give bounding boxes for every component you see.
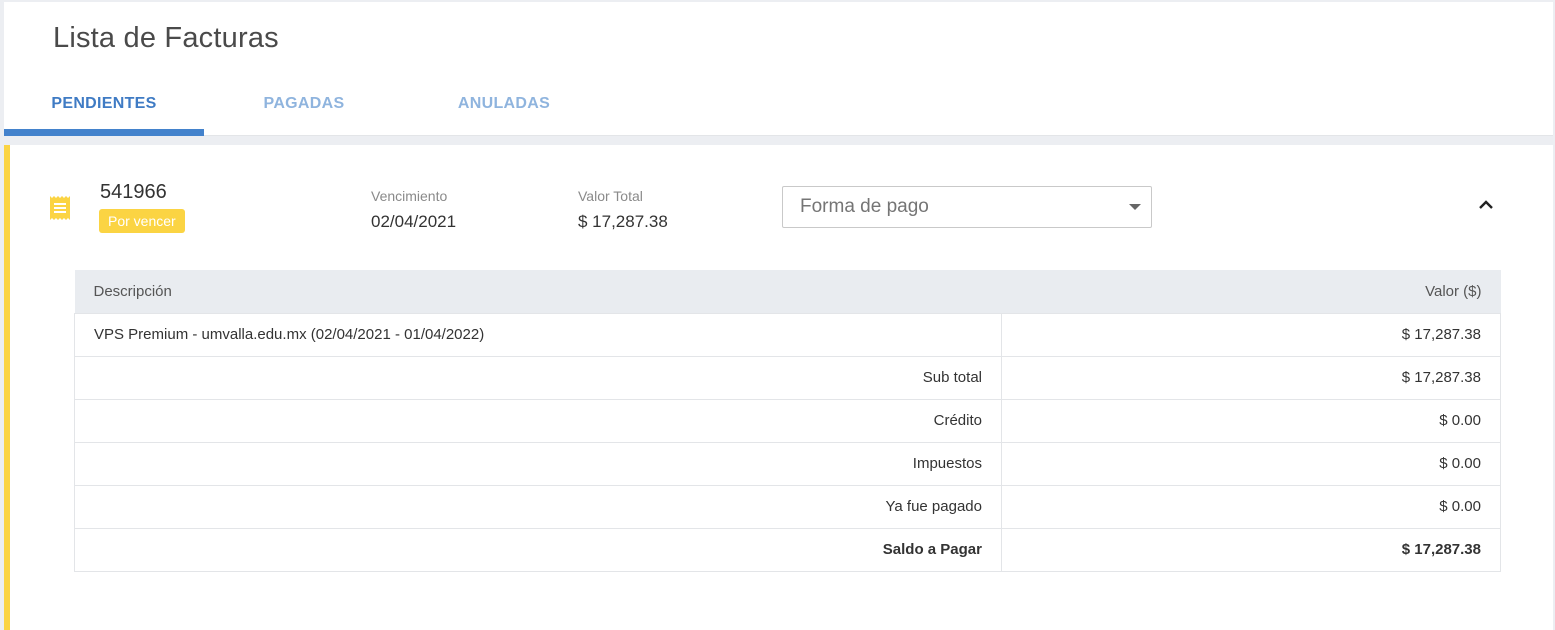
summary-label: Impuestos xyxy=(74,441,1002,486)
invoice-details-table: Descripción Valor ($) VPS Premium - umva… xyxy=(74,270,1501,572)
table-header-row: Descripción Valor ($) xyxy=(74,270,1501,313)
tab-pendientes[interactable]: PENDIENTES xyxy=(4,72,204,136)
tab-anuladas[interactable]: ANULADAS xyxy=(404,72,604,136)
payment-method-select[interactable]: Forma de pago xyxy=(782,186,1152,228)
summary-row-saldo: Saldo a Pagar $ 17,287.38 xyxy=(74,527,1501,572)
column-header-value: Valor ($) xyxy=(1001,270,1501,313)
summary-value: $ 17,287.38 xyxy=(1001,527,1501,572)
summary-row-credito: Crédito $ 0.00 xyxy=(74,398,1501,443)
invoice-number: 541966 xyxy=(100,181,167,203)
summary-row-pagado: Ya fue pagado $ 0.00 xyxy=(74,484,1501,529)
invoice-icon xyxy=(48,195,72,221)
tab-bar: PENDIENTES PAGADAS ANULADAS xyxy=(4,72,604,136)
summary-row-subtotal: Sub total $ 17,287.38 xyxy=(74,355,1501,400)
due-date-value: 02/04/2021 xyxy=(371,212,457,231)
item-value: $ 17,287.38 xyxy=(1001,312,1501,357)
summary-label: Saldo a Pagar xyxy=(74,527,1002,572)
total-value: $ 17,287.38 xyxy=(578,212,668,231)
table-row: VPS Premium - umvalla.edu.mx (02/04/2021… xyxy=(74,312,1501,357)
summary-value: $ 0.00 xyxy=(1001,398,1501,443)
summary-value: $ 17,287.38 xyxy=(1001,355,1501,400)
summary-row-impuestos: Impuestos $ 0.00 xyxy=(74,441,1501,486)
summary-value: $ 0.00 xyxy=(1001,441,1501,486)
total-label: Valor Total xyxy=(578,188,643,204)
chevron-up-icon[interactable] xyxy=(1476,195,1496,215)
tab-pagadas[interactable]: PAGADAS xyxy=(204,72,404,136)
due-date-label: Vencimiento xyxy=(371,188,448,204)
page-header: Lista de Facturas PENDIENTES PAGADAS ANU… xyxy=(4,2,1553,136)
page-title: Lista de Facturas xyxy=(53,22,279,54)
payment-method-placeholder: Forma de pago xyxy=(800,196,929,217)
item-description: VPS Premium - umvalla.edu.mx (02/04/2021… xyxy=(74,312,1002,357)
summary-label: Ya fue pagado xyxy=(74,484,1002,529)
invoice-card: 541966 Por vencer Vencimiento 02/04/2021… xyxy=(4,145,1553,630)
summary-value: $ 0.00 xyxy=(1001,484,1501,529)
active-tab-indicator xyxy=(4,129,204,136)
caret-down-icon xyxy=(1129,204,1141,210)
summary-label: Crédito xyxy=(74,398,1002,443)
summary-label: Sub total xyxy=(74,355,1002,400)
status-badge: Por vencer xyxy=(99,209,185,233)
column-header-description: Descripción xyxy=(74,270,1002,313)
